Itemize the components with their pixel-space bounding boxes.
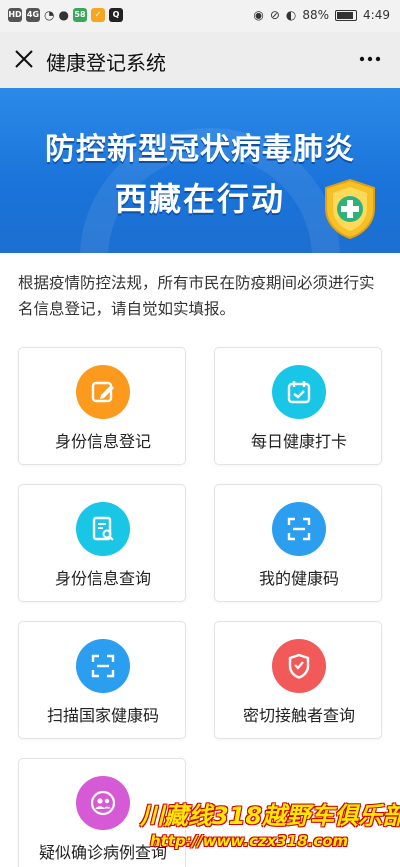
document-search-icon (76, 502, 130, 556)
card-close-contact-query[interactable]: 密切接触者查询 (214, 621, 382, 739)
card-label: 身份信息登记 (54, 432, 151, 451)
mute-icon: ⊘ (269, 8, 280, 22)
banner: 防控新型冠状病毒肺炎 西藏在行动 (0, 88, 400, 253)
more-icon[interactable] (358, 49, 382, 69)
card-label: 扫描国家健康码 (46, 706, 159, 725)
shield-icon (325, 178, 375, 240)
people-icon (76, 776, 130, 830)
status-right-icons: ◉ ⊘ ◐ 88% 4:49 (253, 8, 390, 22)
page-title: 健康登记系统 (46, 51, 166, 75)
chat-icon: ● (58, 8, 69, 22)
card-my-health-code[interactable]: 我的健康码 (214, 484, 382, 602)
status-bar: HD 4G ◔ ● 58 ✓ Q ◉ ⊘ ◐ 88% 4:49 (0, 0, 400, 32)
card-label: 每日健康打卡 (250, 432, 347, 451)
hd-icon: HD (8, 8, 22, 22)
card-label: 我的健康码 (258, 569, 339, 588)
calendar-check-icon (272, 365, 326, 419)
edit-icon (76, 365, 130, 419)
app-header: 健康登记系统 (0, 32, 400, 88)
speed-icon: ◐ (285, 8, 297, 22)
watermark: 川藏线318越野车俱乐部 http://www.czx318.com (140, 788, 400, 863)
app-58-icon: 58 (72, 8, 87, 22)
card-identity-registration[interactable]: 身份信息登记 (18, 347, 186, 465)
watermark-title: 川藏线318越野车俱乐部 (140, 802, 400, 830)
banner-headline: 防控新型冠状病毒肺炎 (45, 132, 355, 167)
watermark-url: http://www.czx318.com (150, 832, 349, 850)
clock: 4:49 (363, 8, 390, 22)
card-identity-query[interactable]: 身份信息查询 (18, 484, 186, 602)
shield-virus-icon (272, 639, 326, 693)
card-label: 密切接触者查询 (242, 706, 355, 725)
battery-icon (335, 9, 358, 21)
close-icon[interactable] (12, 47, 36, 71)
battery-percent: 88% (302, 8, 330, 22)
scan-icon (272, 502, 326, 556)
wifi-icon: ◔ (44, 8, 55, 22)
app-icon: ✓ (90, 8, 105, 22)
status-left-icons: HD 4G ◔ ● 58 ✓ Q (8, 8, 123, 22)
notice-text: 根据疫情防控法规，所有市民在防疫期间必须进行实名信息登记，请自觉如实填报。 (18, 274, 375, 318)
card-scan-national-code[interactable]: 扫描国家健康码 (18, 621, 186, 739)
card-daily-checkin[interactable]: 每日健康打卡 (214, 347, 382, 465)
signal-icon: 4G (26, 8, 40, 22)
scan-icon (76, 639, 130, 693)
qq-icon: Q (108, 8, 123, 22)
eye-icon: ◉ (253, 8, 264, 22)
card-label: 身份信息查询 (54, 569, 151, 588)
